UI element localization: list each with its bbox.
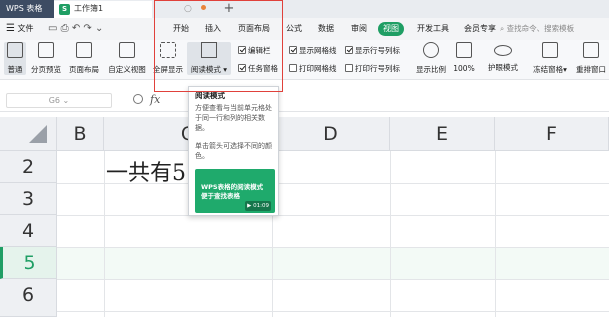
custom-view-button[interactable]: 自定义视图 — [106, 42, 148, 75]
one-to-one-icon — [456, 42, 472, 58]
page-layout-button[interactable]: 页面布局 — [67, 42, 101, 75]
zoom-ratio-button[interactable]: 显示比例 — [414, 42, 448, 75]
page-break-preview-button[interactable]: 分页预览 — [30, 42, 62, 75]
page-break-label: 分页预览 — [31, 65, 61, 74]
row-header-5[interactable]: 5 — [0, 247, 57, 279]
document-tab-label: 工作簿1 — [74, 4, 104, 13]
zoom-ratio-label: 显示比例 — [416, 65, 446, 74]
menu-data[interactable]: 数据 — [318, 18, 334, 40]
menu-view[interactable]: 视图 — [378, 22, 404, 36]
show-headings-checkbox[interactable]: 显示行号列标 — [345, 45, 400, 57]
gridline — [104, 151, 105, 317]
tooltip-description: 方便查看与当前单元格处于同一行和列的相关数据。 — [195, 104, 272, 132]
rearrange-window-button[interactable]: 重排窗口 — [574, 42, 608, 75]
search-icon: ⌕ — [500, 24, 505, 33]
thumbnail-line-1: WPS表格的阅读模式 — [201, 183, 264, 191]
select-all-corner[interactable] — [0, 117, 57, 151]
freeze-panes-button[interactable]: 冻结窗格▾ — [530, 42, 570, 75]
zoom-100-button[interactable]: 100% — [453, 42, 475, 73]
title-bar: WPS 表格 S 工作簿1 ○ + — [0, 0, 609, 18]
print-gridlines-checkbox[interactable]: 打印网格线 — [289, 63, 337, 75]
hamburger-icon: ☰ — [6, 23, 15, 34]
zoom-100-label: 100% — [453, 64, 475, 73]
video-duration: ▶ 01:09 — [245, 201, 271, 211]
row-header-6[interactable]: 6 — [0, 279, 57, 317]
app-tab[interactable]: WPS 表格 — [0, 0, 54, 18]
tooltip-title: 阅读模式 — [195, 91, 225, 100]
freeze-panes-icon — [542, 42, 558, 58]
print-headings-checkbox[interactable]: 打印行号列标 — [345, 63, 400, 75]
redo-icon[interactable]: ↷ — [83, 23, 91, 34]
row-header-4[interactable]: 4 — [0, 215, 57, 247]
column-header-f[interactable]: F — [495, 117, 609, 151]
cell-c2-text[interactable]: 一共有5 — [106, 155, 186, 187]
rearrange-icon — [583, 42, 599, 58]
select-all-icon — [29, 125, 47, 143]
custom-view-label: 自定义视图 — [108, 65, 146, 74]
tooltip-hint: 单击箭头可选择不同的颜色。 — [195, 142, 272, 160]
column-header-e[interactable]: E — [390, 117, 495, 151]
gridline — [57, 279, 609, 280]
tutorial-video-thumbnail[interactable]: WPS表格的阅读模式 便于查找表格 ▶ 01:09 — [195, 169, 275, 213]
reading-mode-tooltip: 阅读模式 方便查看与当前单元格处于同一行和列的相关数据。 单击箭头可选择不同的颜… — [188, 86, 279, 216]
page-layout-icon — [76, 42, 92, 58]
name-box[interactable]: G6 ⌄ — [6, 93, 112, 108]
page-break-icon — [38, 42, 54, 58]
menu-bar: ☰ 文件 ▭ ⎙ ↶ ↷ ⌄ 开始 插入 页面布局 公式 数据 审阅 视图 开发… — [0, 18, 609, 40]
menu-file-label: 文件 — [17, 24, 34, 33]
rearrange-label: 重排窗口 — [576, 65, 606, 74]
view-ribbon: 普通 分页预览 页面布局 自定义视图 全屏显示 阅读模式 ▾ 编辑栏 任务窗格 … — [0, 40, 609, 80]
normal-view-button[interactable]: 普通 — [4, 42, 26, 75]
gridline — [57, 215, 609, 216]
freeze-panes-label: 冻结窗格▾ — [533, 65, 567, 74]
play-icon: ▶ — [247, 203, 252, 209]
chevron-down-icon[interactable]: ⌄ — [95, 23, 103, 34]
spreadsheet-grid[interactable]: B C D E F 2 3 4 5 6 一共有5 — [0, 117, 609, 317]
menu-review[interactable]: 审阅 — [351, 18, 367, 40]
document-tab[interactable]: S 工作簿1 ○ — [54, 1, 192, 18]
selected-row-highlight — [57, 248, 609, 280]
magnifier-icon — [423, 42, 439, 58]
search-placeholder: 查找命令、搜索模板 — [506, 24, 575, 33]
print-icon[interactable]: ⎙ — [61, 23, 69, 34]
save-icon[interactable]: ▭ — [48, 23, 57, 34]
custom-view-icon — [119, 42, 135, 58]
column-header-b[interactable]: B — [57, 117, 104, 151]
gridline — [57, 247, 609, 248]
page-layout-label: 页面布局 — [69, 65, 99, 74]
eye-icon — [494, 45, 512, 56]
thumbnail-line-2: 便于查找表格 — [201, 192, 240, 200]
spreadsheet-icon: S — [59, 4, 70, 15]
show-gridlines-checkbox[interactable]: 显示网格线 — [289, 45, 337, 57]
gridline — [57, 311, 609, 312]
menu-developer[interactable]: 开发工具 — [417, 18, 449, 40]
gridline — [390, 151, 391, 317]
search-box[interactable]: ⌕ 查找命令、搜索模板 — [500, 18, 574, 40]
row-header-3[interactable]: 3 — [0, 183, 57, 215]
highlight-box — [154, 0, 283, 92]
column-header-d[interactable]: D — [272, 117, 390, 151]
eye-mode-label: 护眼模式 — [488, 63, 518, 72]
app-tab-label: WPS 表格 — [6, 4, 43, 13]
menu-file[interactable]: ☰ 文件 — [6, 18, 34, 40]
quick-access-toolbar[interactable]: ▭ ⎙ ↶ ↷ ⌄ — [48, 18, 103, 40]
zoom-icon[interactable] — [133, 94, 143, 104]
undo-icon[interactable]: ↶ — [72, 23, 80, 34]
row-header-2[interactable]: 2 — [0, 151, 57, 183]
fx-icon[interactable]: fx — [150, 93, 160, 106]
normal-view-label: 普通 — [7, 65, 23, 74]
normal-view-icon — [7, 42, 23, 58]
eye-mode-button[interactable]: 护眼模式 — [485, 42, 521, 73]
menu-member[interactable]: 会员专享 — [464, 18, 496, 40]
menu-formulas[interactable]: 公式 — [286, 18, 302, 40]
gridline — [495, 151, 496, 317]
formula-bar: G6 ⌄ fx — [0, 88, 609, 112]
